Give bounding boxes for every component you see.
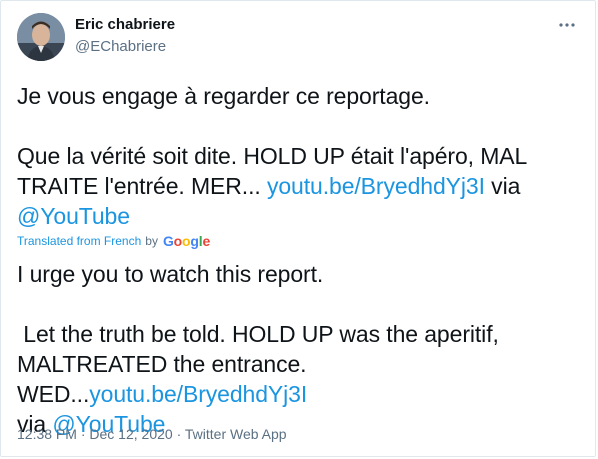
- author-handle[interactable]: @EChabriere: [75, 38, 166, 55]
- google-logo: Google: [163, 233, 210, 249]
- meta-separator: ·: [172, 426, 185, 442]
- meta-separator: ·: [76, 426, 90, 442]
- translated-by: by: [145, 234, 158, 248]
- author-name[interactable]: Eric chabriere: [75, 16, 175, 33]
- translated-line-2: Let the truth be told. HOLD UP was the a…: [17, 319, 587, 439]
- google-logo-letter: o: [173, 233, 183, 249]
- translation-attribution[interactable]: Translated from French by Google: [17, 233, 210, 249]
- more-options-button[interactable]: [555, 15, 579, 35]
- google-logo-letter: g: [190, 233, 199, 249]
- original-via: via: [484, 173, 521, 199]
- tweet-card: Eric chabriere @EChabriere Je vous engag…: [0, 0, 596, 457]
- tweet-source[interactable]: Twitter Web App: [185, 426, 287, 442]
- translated-line-1: I urge you to watch this report.: [17, 261, 324, 287]
- original-video-link[interactable]: youtu.be/BryedhdYj3I: [267, 173, 485, 199]
- original-line-2: Que la vérité soit dite. HOLD UP était l…: [17, 141, 587, 231]
- google-logo-letter: e: [202, 233, 211, 249]
- avatar-image: [17, 13, 65, 61]
- google-logo-letter: G: [162, 233, 174, 249]
- tweet-time[interactable]: 12:38 PM: [17, 426, 77, 442]
- original-line-1: Je vous engage à regarder ce reportage.: [17, 83, 430, 109]
- more-horizontal-icon: [559, 23, 575, 27]
- tweet-date[interactable]: Dec 12, 2020: [89, 426, 172, 442]
- avatar[interactable]: [17, 13, 65, 61]
- translated-video-link[interactable]: youtu.be/BryedhdYj3I: [89, 381, 307, 407]
- translated-label: Translated from French: [17, 234, 142, 248]
- tweet-metadata: 12:38 PM · Dec 12, 2020 · Twitter Web Ap…: [17, 426, 287, 442]
- original-youtube-mention[interactable]: @YouTube: [17, 203, 130, 229]
